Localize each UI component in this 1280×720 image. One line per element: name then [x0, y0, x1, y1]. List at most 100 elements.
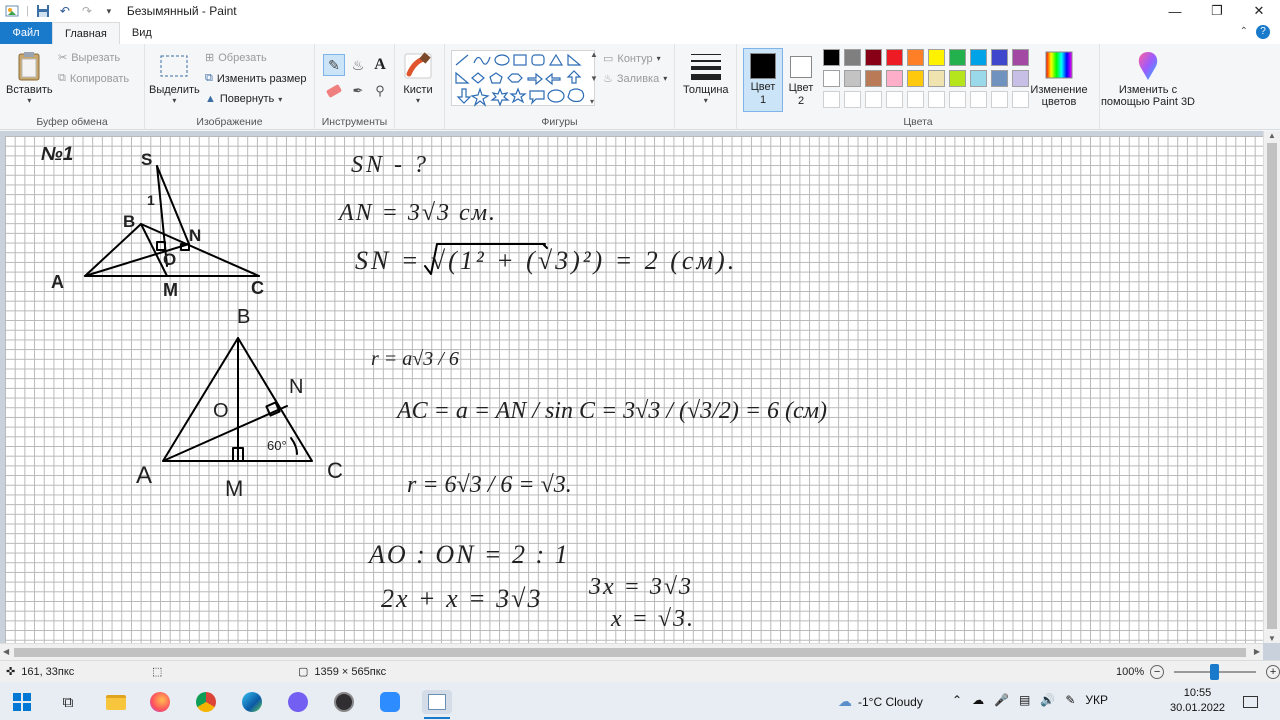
color1-button[interactable]: Цвет 1	[743, 48, 783, 112]
palette-swatch-empty[interactable]	[865, 91, 882, 108]
palette-swatch-empty[interactable]	[949, 91, 966, 108]
eraser-tool[interactable]	[323, 80, 345, 102]
fill-tool[interactable]: ♨	[347, 54, 369, 76]
palette-swatch[interactable]	[991, 49, 1008, 66]
drawing-canvas[interactable]: №1 S 1 B N O A M C B N O A M C 60° SN - …	[5, 136, 1263, 643]
vertical-scrollbar[interactable]: ▲ ▼	[1263, 131, 1280, 643]
undo-icon[interactable]: ↶	[57, 3, 73, 19]
palette-swatch-empty[interactable]	[844, 91, 861, 108]
palette-swatch[interactable]	[823, 49, 840, 66]
scroll-right-icon[interactable]: ▶	[1254, 647, 1260, 656]
save-icon[interactable]	[35, 3, 51, 19]
palette-swatch-empty[interactable]	[991, 91, 1008, 108]
color2-button[interactable]: Цвет 2	[785, 48, 817, 112]
palette-swatch[interactable]	[865, 70, 882, 87]
close-button[interactable]: ✕	[1238, 0, 1280, 22]
redo-icon[interactable]: ↷	[79, 3, 95, 19]
palette-swatch[interactable]	[823, 70, 840, 87]
palette-swatch[interactable]	[949, 70, 966, 87]
horizontal-scroll-thumb[interactable]	[14, 648, 1246, 657]
palette-swatch-empty[interactable]	[907, 91, 924, 108]
chrome-button[interactable]	[194, 690, 218, 714]
shapes-scroll[interactable]: ▲ ▼ ▾	[590, 50, 598, 106]
palette-swatch[interactable]	[928, 49, 945, 66]
paste-button[interactable]: Вставить ▾	[6, 50, 53, 105]
palette-swatch[interactable]	[907, 70, 924, 87]
paint3d-button[interactable]: Изменить с помощью Paint 3D	[1100, 50, 1196, 108]
palette-swatch[interactable]	[865, 49, 882, 66]
tab-home[interactable]: Главная	[52, 22, 120, 44]
cut-button[interactable]: ✂ Вырезать	[58, 51, 120, 65]
minimize-button[interactable]: —	[1154, 0, 1196, 22]
microphone-icon[interactable]: 🎤	[994, 693, 1009, 707]
palette-swatch[interactable]	[970, 49, 987, 66]
shapes-gallery[interactable]	[451, 50, 595, 107]
clock[interactable]: 10:55 30.01.2022	[1170, 686, 1225, 716]
paint-taskbar-button[interactable]	[422, 690, 452, 714]
fill-button[interactable]: ♨ Заливка ▾	[603, 72, 667, 86]
palette-swatch[interactable]	[1012, 70, 1029, 87]
horizontal-scrollbar[interactable]: ◀ ▶	[0, 643, 1263, 660]
explorer-button[interactable]	[104, 690, 128, 714]
selection-size: ⬚	[152, 665, 162, 678]
palette-swatch-empty[interactable]	[823, 91, 840, 108]
zoom-app-button[interactable]	[378, 690, 402, 714]
network-icon[interactable]: ▤	[1019, 693, 1030, 707]
pencil-tool[interactable]: ✎	[323, 54, 345, 76]
outline-button[interactable]: ▭ Контур ▾	[603, 52, 661, 66]
palette-swatch[interactable]	[886, 70, 903, 87]
task-view-button[interactable]: ⧉	[56, 690, 80, 714]
palette-swatch[interactable]	[844, 70, 861, 87]
crop-button[interactable]: ⊞ Обрезать	[205, 51, 267, 65]
rotate-button[interactable]: ▲ Повернуть ▾	[205, 93, 282, 105]
palette-swatch[interactable]	[970, 70, 987, 87]
palette-swatch[interactable]	[1012, 49, 1029, 66]
pen-icon[interactable]: ✎	[1065, 693, 1075, 707]
magnifier-tool[interactable]: ⚲	[369, 80, 391, 102]
weather-widget[interactable]: ☁ -1°C Cloudy	[838, 693, 923, 710]
resize-button[interactable]: ⧉ Изменить размер	[205, 72, 307, 85]
palette-swatch[interactable]	[844, 49, 861, 66]
copy-button[interactable]: ⧉ Копировать	[58, 72, 129, 85]
paint-app-icon[interactable]	[4, 3, 20, 19]
onedrive-icon[interactable]: ☁	[972, 693, 984, 707]
viber-button[interactable]	[286, 690, 310, 714]
obs-button[interactable]	[332, 690, 356, 714]
text-tool[interactable]: A	[369, 54, 391, 76]
maximize-button[interactable]: ❐	[1196, 0, 1238, 22]
notifications-button[interactable]	[1238, 690, 1262, 714]
firefox-button[interactable]	[148, 690, 172, 714]
tab-view[interactable]: Вид	[120, 22, 164, 44]
brushes-button[interactable]: Кисти ▾	[403, 50, 433, 105]
collapse-ribbon-icon[interactable]: ⌃	[1240, 26, 1248, 37]
help-icon[interactable]: ?	[1256, 25, 1270, 39]
select-button[interactable]: Выделить ▾	[149, 50, 200, 105]
palette-swatch[interactable]	[907, 49, 924, 66]
customize-toolbar-icon[interactable]: ▾	[101, 3, 117, 19]
scroll-down-icon[interactable]: ▼	[1268, 634, 1276, 643]
palette-swatch[interactable]	[928, 70, 945, 87]
zoom-out-button[interactable]: −	[1150, 664, 1165, 679]
zoom-slider[interactable]	[1174, 663, 1257, 680]
palette-swatch-empty[interactable]	[970, 91, 987, 108]
start-button[interactable]	[10, 690, 34, 714]
zoom-in-button[interactable]: +	[1266, 664, 1280, 679]
chevron-up-icon[interactable]: ⌃	[952, 693, 962, 707]
palette-swatch-empty[interactable]	[1012, 91, 1029, 108]
size-button[interactable]: Толщина ▾	[683, 50, 729, 105]
color-picker-tool[interactable]: ✒	[347, 80, 369, 102]
scroll-left-icon[interactable]: ◀	[3, 647, 9, 656]
edge-button[interactable]	[240, 690, 264, 714]
volume-icon[interactable]: 🔊	[1040, 693, 1055, 707]
palette-swatch-empty[interactable]	[886, 91, 903, 108]
palette-swatch[interactable]	[991, 70, 1008, 87]
vertical-scroll-thumb[interactable]	[1267, 143, 1277, 629]
tab-file[interactable]: Файл	[0, 22, 52, 44]
scroll-up-icon[interactable]: ▲	[1268, 131, 1276, 140]
palette-swatch[interactable]	[949, 49, 966, 66]
edit-colors-button[interactable]: Изменение цветов	[1029, 50, 1089, 108]
language-indicator[interactable]: УКР	[1085, 693, 1108, 707]
palette-swatch[interactable]	[886, 49, 903, 66]
palette-swatch-empty[interactable]	[928, 91, 945, 108]
zoom-slider-thumb[interactable]	[1210, 663, 1220, 680]
